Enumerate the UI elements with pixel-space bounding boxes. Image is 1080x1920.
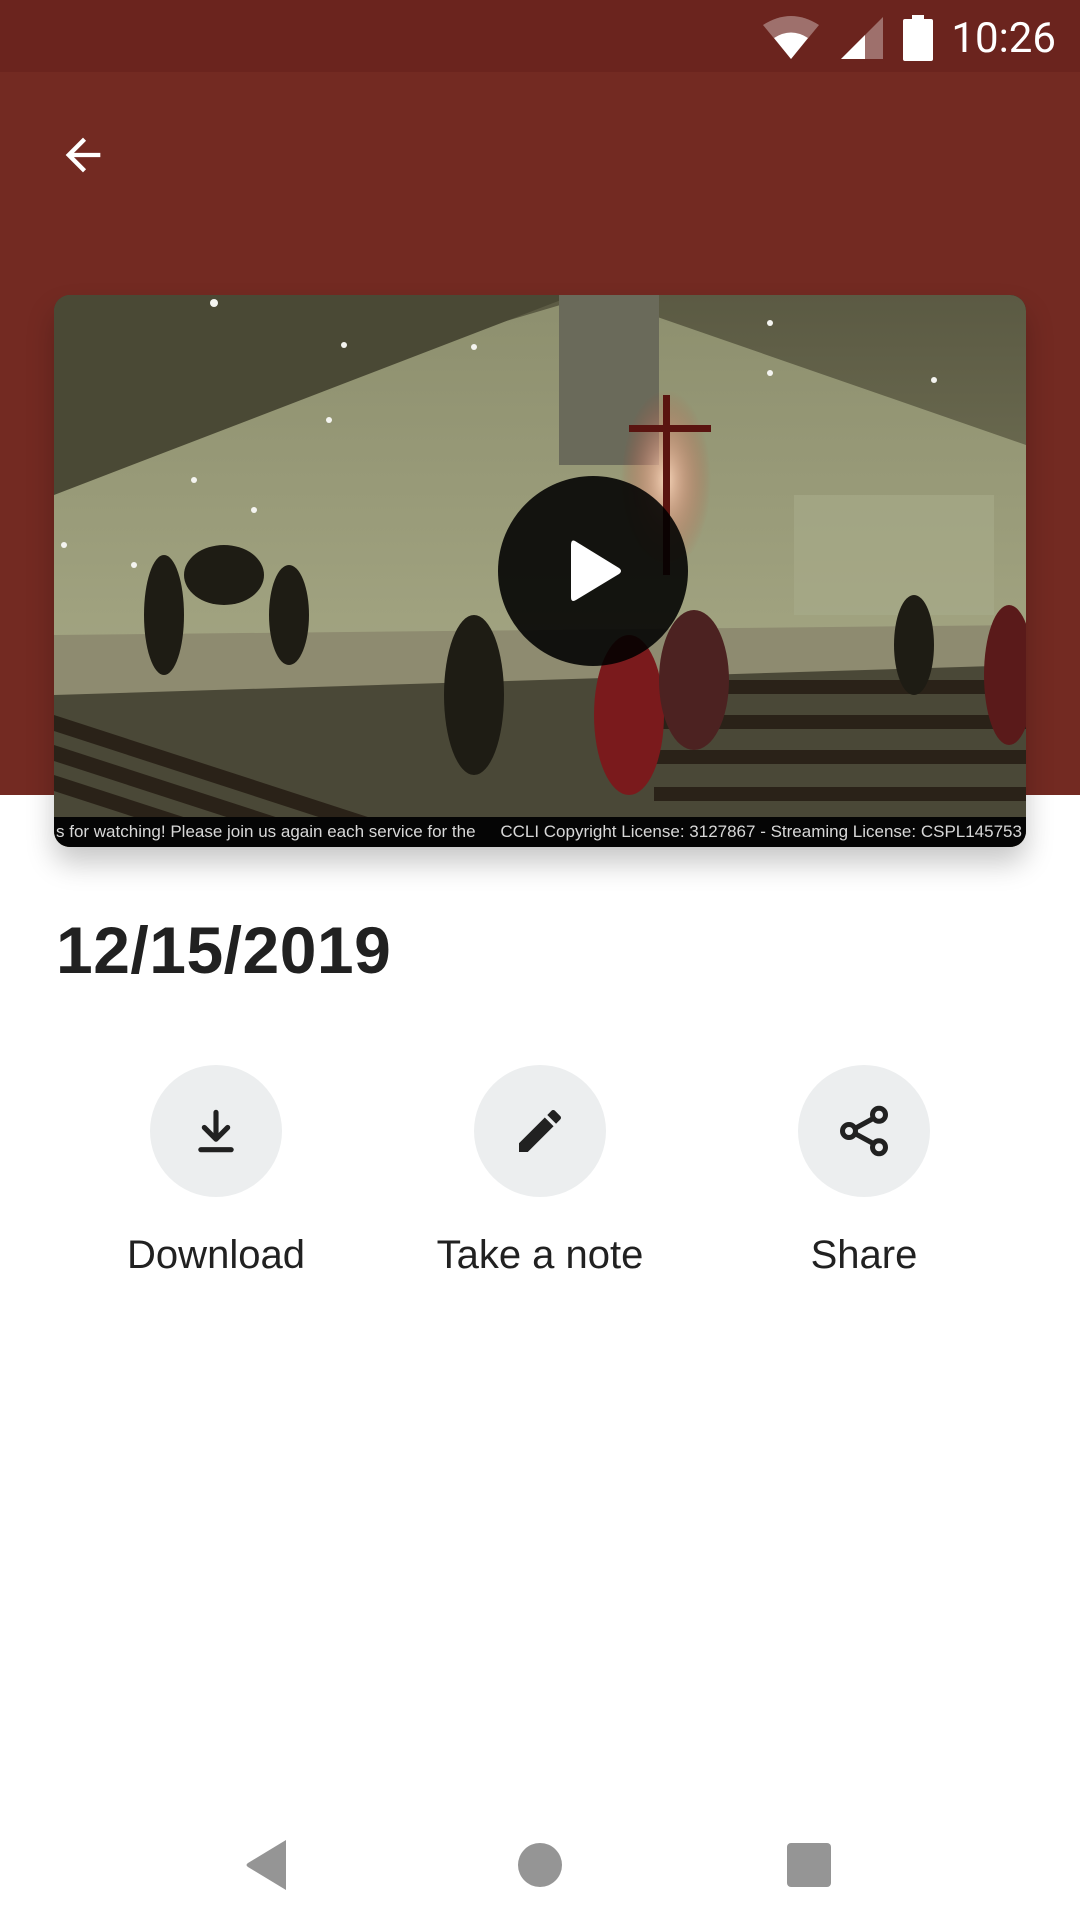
take-a-note-button[interactable]: Take a note: [390, 1065, 690, 1278]
download-button[interactable]: Download: [66, 1065, 366, 1278]
video-date-title: 12/15/2019: [56, 913, 392, 987]
pencil-icon: [519, 1109, 562, 1152]
cellular-signal-icon: [841, 17, 884, 59]
take-a-note-button-circle[interactable]: [474, 1065, 606, 1197]
share-label: Share: [810, 1233, 918, 1277]
battery-icon: [903, 15, 934, 61]
action-row: Download Take a note Share: [0, 1065, 1080, 1295]
video-player[interactable]: s for watching! Please join us again eac…: [54, 295, 1026, 847]
nav-recents-button[interactable]: [764, 1820, 854, 1910]
share-button-circle[interactable]: [798, 1065, 930, 1197]
download-icon: [198, 1109, 234, 1153]
ticker-message: s for watching! Please join us again eac…: [56, 822, 476, 841]
nav-home-button[interactable]: [495, 1820, 585, 1910]
status-icons: 10:26: [761, 10, 1056, 66]
status-bar: 10:26: [0, 0, 1080, 72]
take-a-note-label: Take a note: [436, 1233, 644, 1277]
download-button-circle[interactable]: [150, 1065, 282, 1197]
system-navigation-bar: [0, 1800, 1080, 1920]
nav-home-icon: [518, 1843, 562, 1887]
back-button[interactable]: [44, 116, 122, 194]
download-label: Download: [127, 1233, 305, 1277]
arrow-left-icon: [65, 137, 101, 173]
nav-back-icon: [246, 1840, 286, 1890]
wifi-icon: [763, 16, 820, 59]
play-icon: [571, 540, 621, 601]
video-caption-ticker: s for watching! Please join us again eac…: [54, 817, 1026, 847]
share-button[interactable]: Share: [714, 1065, 1014, 1278]
ticker-license: CCLI Copyright License: 3127867 - Stream…: [500, 822, 1022, 841]
play-button[interactable]: [498, 476, 688, 666]
nav-recents-icon: [787, 1843, 831, 1887]
nav-back-button[interactable]: [222, 1820, 312, 1910]
status-time: 10:26: [951, 13, 1056, 63]
share-icon: [840, 1105, 888, 1157]
